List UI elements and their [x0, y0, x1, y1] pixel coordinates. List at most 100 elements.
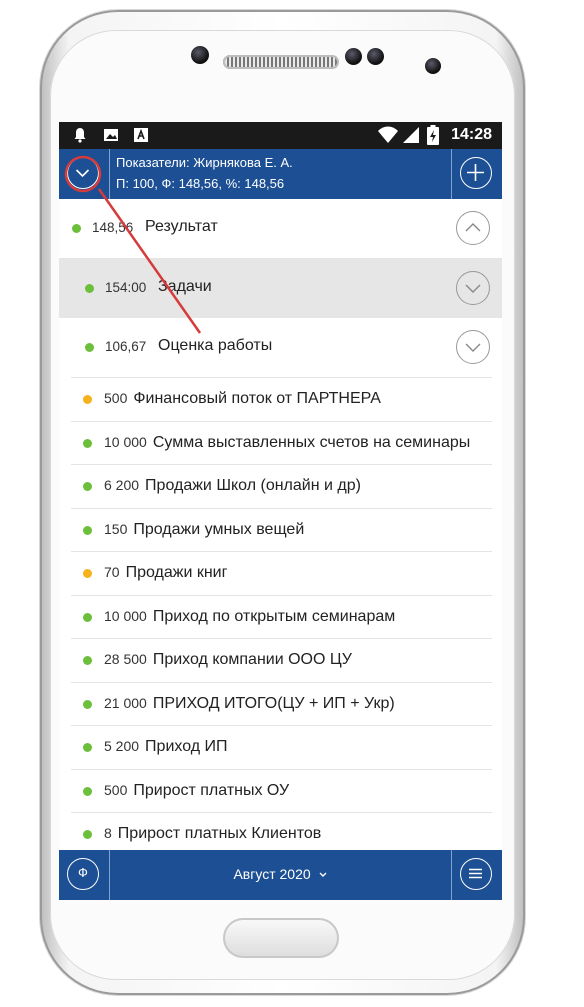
fact-cell: Ф — [59, 850, 110, 900]
list-item[interactable]: 500 Финансовый поток от ПАРТНЕРА — [71, 378, 492, 422]
app-footer: Ф Август 2020 — [59, 850, 502, 900]
list-item-text: 10 000 Сумма выставленных счетов на семин… — [104, 434, 470, 452]
status-dot — [85, 343, 94, 352]
list-item[interactable]: 21 000 ПРИХОД ИТОГО(ЦУ + ИП + Укр) — [71, 683, 492, 726]
list-item-text: 70 Продажи книг — [104, 564, 227, 582]
list-item-label: ПРИХОД ИТОГО(ЦУ + ИП + Укр) — [152, 694, 395, 712]
list-item-text: 150 Продажи умных вещей — [104, 521, 304, 539]
chevron-down-button[interactable] — [67, 157, 99, 189]
home-button[interactable] — [223, 918, 339, 958]
list-item-value: 150 — [104, 520, 128, 537]
chevron-up-icon — [465, 223, 481, 232]
status-dot — [83, 525, 92, 535]
list-item-text: 6 200 Продажи Школ (онлайн и др) — [104, 477, 361, 495]
front-camera — [425, 58, 441, 74]
list-item-value: 500 — [104, 781, 128, 798]
list-item-label: Прирост платных ОУ — [133, 781, 290, 799]
status-dot — [83, 786, 92, 796]
result-row[interactable]: 148,56 Результат — [59, 199, 502, 259]
front-sensor — [191, 46, 209, 64]
list-item-label: Сумма выставленных счетов на семинары — [152, 433, 471, 451]
status-dot — [83, 612, 92, 622]
row-value: 106,67 — [105, 339, 147, 354]
status-dot — [83, 830, 92, 839]
expand-button[interactable] — [456, 330, 490, 364]
list-item-label: Продажи Школ (онлайн и др) — [145, 477, 361, 494]
status-dot — [83, 699, 92, 709]
light-sensor — [367, 48, 384, 65]
header-employee: Показатели: Жирнякова Е. А. — [116, 155, 293, 170]
status-dot — [83, 656, 92, 665]
chevron-down-icon — [75, 169, 90, 178]
status-bar: 14:28 — [59, 122, 502, 149]
wifi-icon — [377, 126, 399, 149]
tasks-row[interactable]: 154:00 Задачи — [59, 259, 502, 318]
indicator-list: 148,56 Результат 154:00 Задачи 106,67 Оц… — [59, 199, 502, 857]
row-label: Результат — [145, 218, 218, 235]
list-item[interactable]: 500 Прирост платных ОУ — [71, 770, 492, 813]
status-time: 14:28 — [451, 126, 492, 143]
list-item-text: 10 000 Приход по открытым семинарам — [104, 608, 395, 626]
list-item-text: 21 000 ПРИХОД ИТОГО(ЦУ + ИП + Укр) — [104, 695, 395, 713]
notification-bell-icon — [73, 127, 87, 148]
list-item-value: 70 — [104, 564, 120, 580]
collapse-toggle-cell — [59, 149, 110, 199]
list-item-text: 500 Финансовый поток от ПАРТНЕРА — [104, 390, 381, 408]
status-dot — [83, 743, 92, 752]
list-item-label: Приход ИП — [145, 738, 228, 755]
collapse-button[interactable] — [456, 211, 490, 245]
list-item[interactable]: 5 200 Приход ИП — [71, 726, 492, 770]
list-item-value: 21 000 — [104, 694, 147, 711]
proximity-sensor — [345, 48, 362, 65]
row-value: 154:00 — [105, 280, 147, 295]
image-icon — [103, 127, 119, 148]
add-button[interactable] — [460, 157, 492, 189]
list-item-value: 8 — [104, 825, 112, 841]
status-dot — [83, 395, 92, 404]
list-item[interactable]: 28 500 Приход компании ООО ЦУ — [71, 639, 492, 683]
evaluation-sub-list: 500 Финансовый поток от ПАРТНЕРА 10 000 Сум… — [59, 378, 502, 857]
row-label: Задачи — [158, 278, 212, 295]
list-item-label: Продажи книг — [125, 564, 228, 581]
plus-icon — [467, 164, 484, 181]
list-item[interactable]: 150 Продажи умных вещей — [71, 509, 492, 552]
chevron-down-icon — [465, 343, 481, 352]
list-item-text: 8 Прирост платных Клиентов — [104, 825, 321, 843]
status-dot — [83, 569, 92, 578]
battery-charging-icon — [427, 125, 439, 150]
month-selector[interactable]: Август 2020 — [109, 866, 452, 882]
menu-cell — [451, 850, 502, 900]
app-header: Показатели: Жирнякова Е. А. П: 100, Ф: 1… — [59, 149, 502, 199]
cell-signal-icon — [402, 126, 420, 149]
add-cell — [451, 149, 502, 199]
list-item-text: 5 200 Приход ИП — [104, 738, 228, 756]
chevron-down-icon — [319, 872, 327, 878]
row-value: 148,56 — [92, 220, 134, 235]
list-item[interactable]: 6 200 Продажи Школ (онлайн и др) — [71, 465, 492, 509]
menu-button[interactable] — [460, 858, 492, 890]
list-item-label: Продажи умных вещей — [133, 520, 305, 538]
list-item[interactable]: 10 000 Приход по открытым семинарам — [71, 596, 492, 639]
fact-button[interactable]: Ф — [67, 858, 99, 890]
earpiece-speaker — [223, 55, 339, 69]
list-item-label: Прирост платных Клиентов — [117, 825, 322, 842]
month-label: Август 2020 — [233, 866, 311, 882]
row-label: Оценка работы — [158, 337, 273, 354]
list-item-text: 500 Прирост платных ОУ — [104, 782, 289, 800]
status-dot — [85, 284, 94, 293]
chevron-down-icon — [465, 284, 481, 293]
list-item-value: 5 200 — [104, 738, 140, 754]
list-item-value: 10 000 — [104, 607, 147, 624]
hamburger-menu-icon — [469, 868, 482, 879]
list-item[interactable]: 10 000 Сумма выставленных счетов на семин… — [71, 422, 492, 465]
header-summary: П: 100, Ф: 148,56, %: 148,56 — [116, 176, 285, 191]
expand-button[interactable] — [456, 271, 490, 305]
app-screen: 14:28 Показатели: Жирнякова Е. А. П: 100… — [59, 122, 502, 900]
status-dot — [83, 482, 92, 491]
status-dot — [72, 224, 81, 233]
evaluation-row[interactable]: 106,67 Оценка работы — [71, 318, 492, 378]
list-item[interactable]: 70 Продажи книг — [71, 552, 492, 596]
list-item-value: 28 500 — [104, 651, 147, 667]
list-item-label: Приход компании ООО ЦУ — [152, 651, 352, 668]
list-item-value: 10 000 — [104, 433, 147, 450]
